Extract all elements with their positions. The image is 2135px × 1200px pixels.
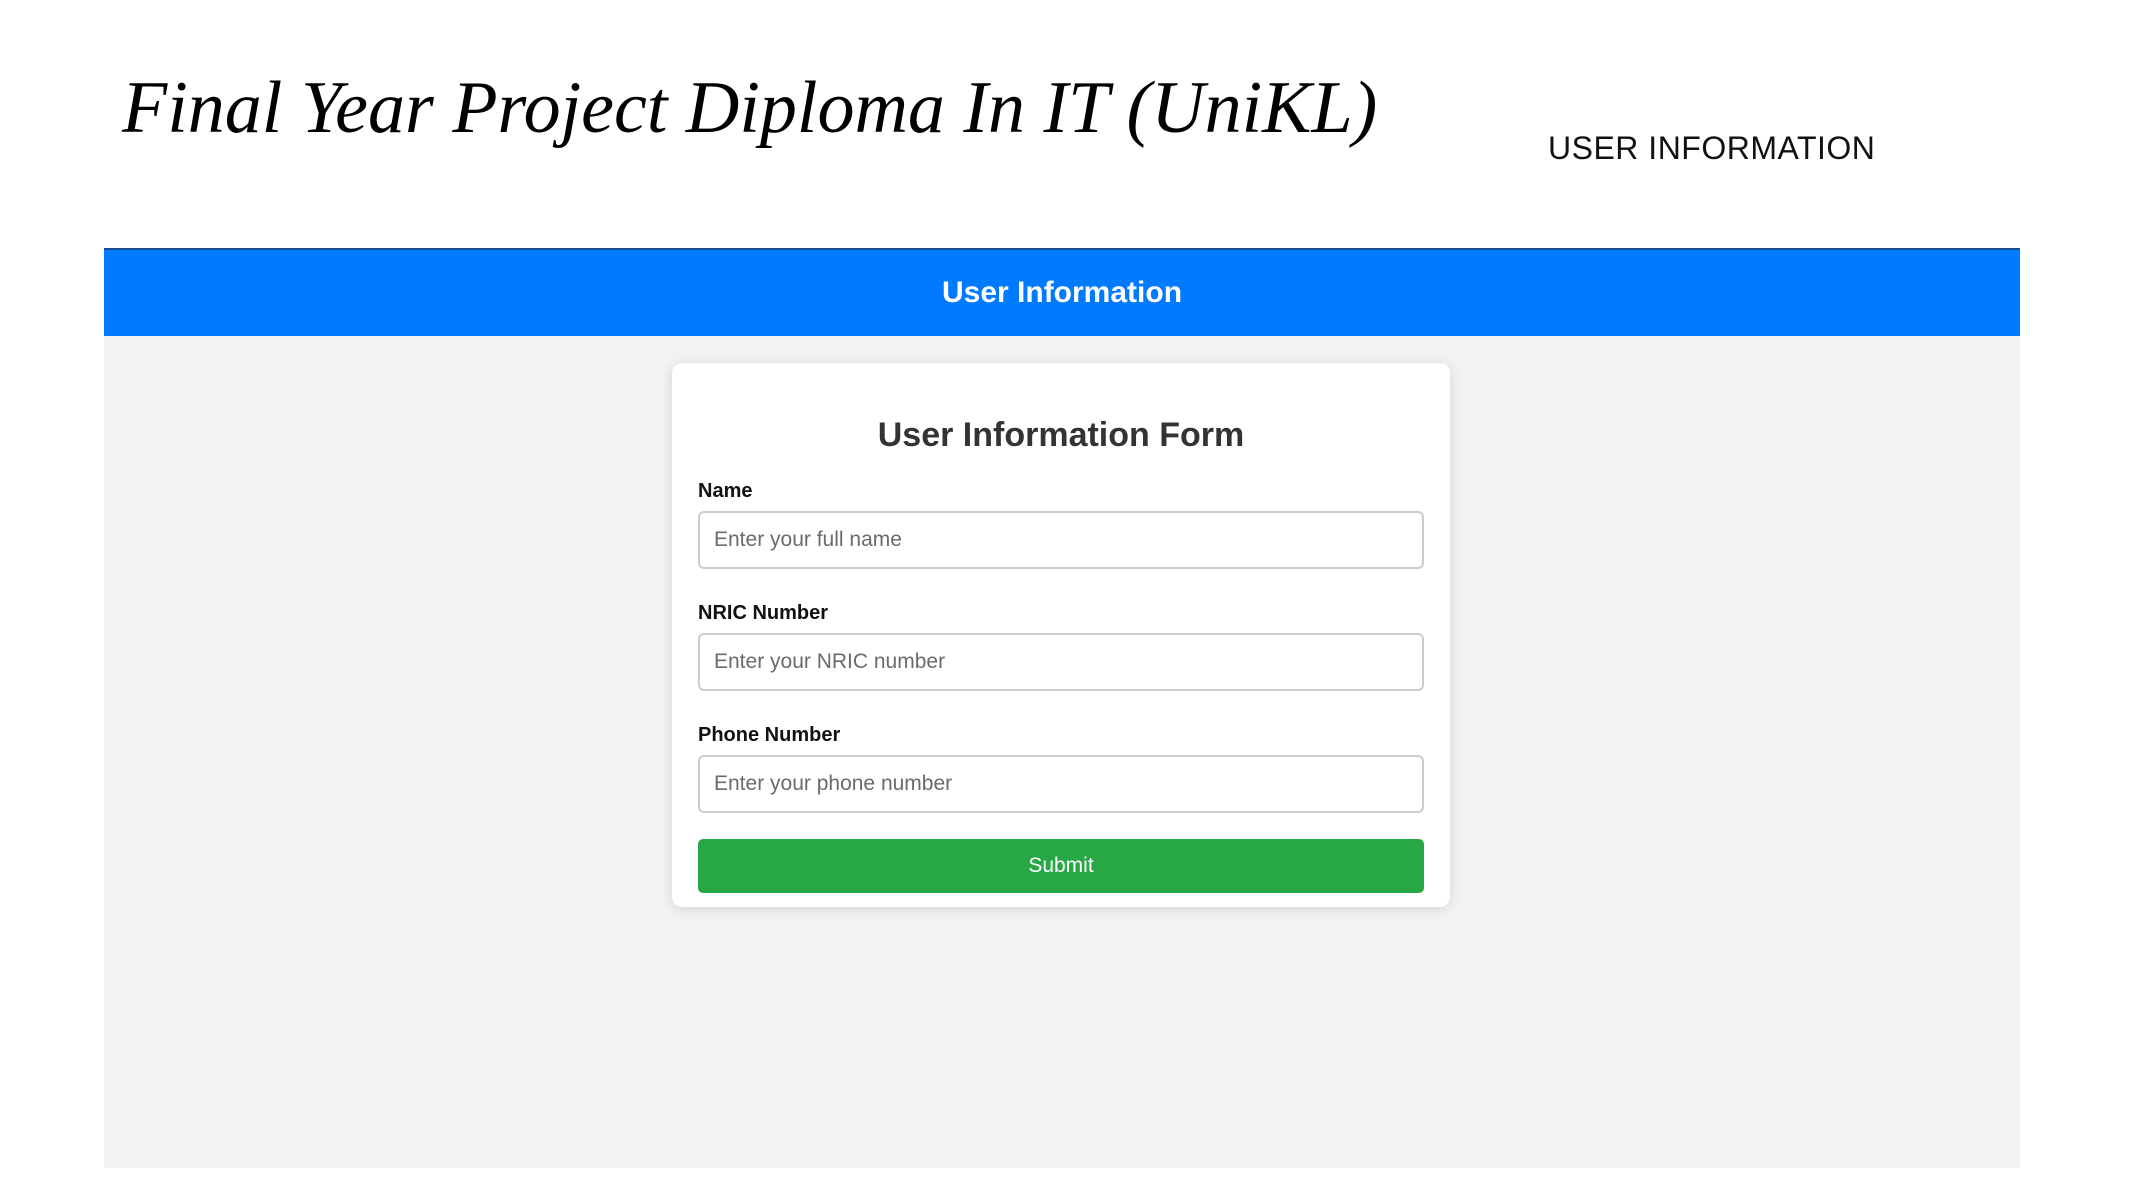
nric-label: NRIC Number bbox=[698, 602, 829, 624]
form-heading: User Information Form bbox=[877, 416, 1245, 454]
app-header-title: User Information bbox=[941, 276, 1183, 309]
phone-label: Phone Number bbox=[698, 724, 841, 746]
name-label: Name bbox=[698, 480, 753, 502]
name-input[interactable] bbox=[698, 511, 1424, 569]
nric-input[interactable] bbox=[698, 633, 1424, 691]
app-screenshot: User Information User Information Form N… bbox=[104, 248, 2020, 1168]
app-header: User Information bbox=[104, 248, 2020, 336]
submit-button[interactable]: Submit bbox=[698, 839, 1424, 893]
slide-title: Final Year Project Diploma In IT (UniKL) bbox=[122, 67, 1378, 149]
slide-subtitle: USER INFORMATION bbox=[1548, 130, 1876, 166]
phone-input[interactable] bbox=[698, 755, 1424, 813]
user-information-form: User Information Form Name NRIC Number P… bbox=[672, 363, 1450, 907]
